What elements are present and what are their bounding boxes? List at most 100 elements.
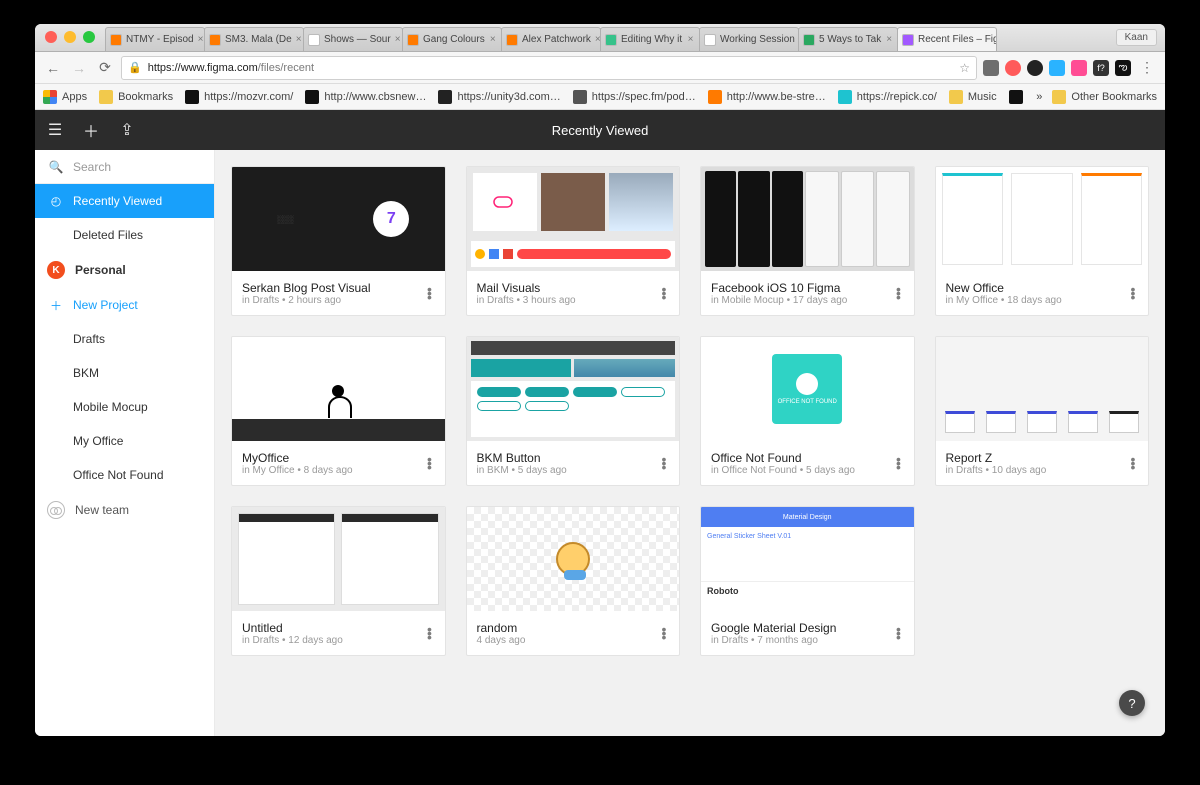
file-more-button[interactable]: ••• [655, 457, 673, 469]
lock-icon: 🔒 [128, 61, 142, 74]
search-row[interactable]: 🔍 Search [35, 150, 214, 184]
browser-tab[interactable]: Gang Colours × [402, 27, 502, 51]
apps-shortcut[interactable]: Apps [43, 90, 87, 104]
hamburger-icon[interactable]: ☰ [43, 118, 67, 142]
file-card[interactable]: BKM Button in BKM • 5 days ago ••• [466, 336, 681, 486]
file-card[interactable]: ░░░7 Serkan Blog Post Visual in Drafts •… [231, 166, 446, 316]
back-button[interactable]: ← [43, 58, 63, 78]
sidebar-item-deleted[interactable]: Deleted Files [35, 218, 214, 252]
new-project-button[interactable]: ＋ New Project [35, 288, 214, 322]
project-label: My Office [73, 434, 123, 448]
sidebar-item-recent[interactable]: ◴ Recently Viewed [35, 184, 214, 218]
file-thumbnail [467, 337, 680, 441]
sidebar-project-item[interactable]: Mobile Mocup [35, 390, 214, 424]
plus-icon: ＋ [49, 298, 63, 312]
close-tab-icon[interactable]: × [686, 34, 695, 45]
bookmark-item[interactable]: https://spec.fm/pod… [573, 90, 696, 104]
extension-icon[interactable]: ఌ [1115, 60, 1131, 76]
file-more-button[interactable]: ••• [1124, 287, 1142, 299]
figma-app: ☰ ＋ ⇪ Recently Viewed 🔍 Search ◴ Recentl… [35, 110, 1165, 736]
file-card[interactable]: Mail Visuals in Drafts • 3 hours ago ••• [466, 166, 681, 316]
import-icon[interactable]: ⇪ [115, 118, 139, 142]
bookmark-star-icon[interactable]: ☆ [959, 61, 970, 75]
new-file-icon[interactable]: ＋ [79, 118, 103, 142]
favicon-icon [605, 34, 617, 46]
bookmark-favicon-icon [708, 90, 722, 104]
close-tab-icon[interactable]: × [395, 34, 401, 45]
file-more-button[interactable]: ••• [655, 627, 673, 639]
file-thumbnail [232, 507, 445, 611]
close-window-button[interactable] [45, 31, 57, 43]
bookmark-item[interactable]: https://unity3d.com… [438, 90, 560, 104]
sidebar-project-item[interactable]: Office Not Found [35, 458, 214, 492]
browser-tab[interactable]: NTMY - Episod × [105, 27, 205, 51]
browser-tab[interactable]: Alex Patchwork × [501, 27, 601, 51]
browser-tab[interactable]: Working Session × [699, 27, 799, 51]
favicon-icon [308, 34, 320, 46]
close-tab-icon[interactable]: × [198, 34, 204, 45]
profile-chip[interactable]: Kaan [1116, 29, 1157, 46]
file-card[interactable]: Facebook iOS 10 Figma in Mobile Mocup • … [700, 166, 915, 316]
file-more-button[interactable]: ••• [890, 457, 908, 469]
close-tab-icon[interactable]: × [489, 34, 497, 45]
browser-tab[interactable]: SM3. Mala (De × [204, 27, 304, 51]
file-card[interactable]: Material DesignGeneral Sticker Sheet V.0… [700, 506, 915, 656]
sidebar-section-personal[interactable]: K Personal [35, 252, 214, 288]
sidebar-project-item[interactable]: Drafts [35, 322, 214, 356]
project-label: Drafts [73, 332, 105, 346]
bookmark-item[interactable]: https://mozvr.com/ [185, 90, 293, 104]
bookmark-item[interactable]: https://crew.co/fou… [1009, 90, 1025, 104]
file-more-button[interactable]: ••• [421, 457, 439, 469]
file-card[interactable]: MyOffice in My Office • 8 days ago ••• [231, 336, 446, 486]
extension-icon[interactable]: f? [1093, 60, 1109, 76]
favicon-icon [704, 34, 716, 46]
close-tab-icon[interactable]: × [296, 34, 302, 45]
file-more-button[interactable]: ••• [421, 287, 439, 299]
file-card[interactable]: Report Z in Drafts • 10 days ago ••• [935, 336, 1150, 486]
bookmarks-folder[interactable]: Bookmarks [99, 90, 173, 104]
reload-button[interactable]: ⟳ [95, 58, 115, 78]
sidebar-project-item[interactable]: My Office [35, 424, 214, 458]
file-more-button[interactable]: ••• [421, 627, 439, 639]
bookmarks-overflow[interactable]: » [1036, 91, 1042, 103]
sidebar-project-item[interactable]: BKM [35, 356, 214, 390]
file-thumbnail: OFFICE NOT FOUND [701, 337, 914, 441]
other-bookmarks[interactable]: Other Bookmarks [1052, 90, 1157, 104]
file-more-button[interactable]: ••• [655, 287, 673, 299]
fullscreen-window-button[interactable] [83, 31, 95, 43]
file-title: New Office [946, 281, 1139, 295]
bookmark-item[interactable]: https://repick.co/ [838, 90, 937, 104]
browser-tab[interactable]: Editing Why it × [600, 27, 700, 51]
browser-tab[interactable]: 5 Ways to Tak × [798, 27, 898, 51]
bookmark-favicon-icon [573, 90, 587, 104]
extension-icon[interactable] [1049, 60, 1065, 76]
file-title: Mail Visuals [477, 281, 670, 295]
file-card[interactable]: New Office in My Office • 18 days ago ••… [935, 166, 1150, 316]
bookmark-item[interactable]: http://www.cbsnew… [305, 90, 426, 104]
file-more-button[interactable]: ••• [1124, 457, 1142, 469]
file-subtitle: in Drafts • 3 hours ago [477, 295, 670, 306]
extension-icon[interactable] [1071, 60, 1087, 76]
extension-icon[interactable] [1027, 60, 1043, 76]
close-tab-icon[interactable]: × [885, 34, 893, 45]
forward-button[interactable]: → [69, 58, 89, 78]
project-label: BKM [73, 366, 99, 380]
file-more-button[interactable]: ••• [890, 627, 908, 639]
avatar: K [47, 261, 65, 279]
minimize-window-button[interactable] [64, 31, 76, 43]
extension-icon[interactable] [1005, 60, 1021, 76]
extension-icon[interactable] [983, 60, 999, 76]
new-team-button[interactable]: New team [35, 492, 214, 528]
help-button[interactable]: ? [1119, 690, 1145, 716]
file-card[interactable]: Untitled in Drafts • 12 days ago ••• [231, 506, 446, 656]
bookmark-item[interactable]: Music [949, 90, 997, 104]
browser-tab[interactable]: Recent Files – Fig × [897, 27, 997, 51]
address-bar[interactable]: 🔒 https://www.figma.com/files/recent ☆ [121, 56, 977, 80]
file-card[interactable]: OFFICE NOT FOUND Office Not Found in Off… [700, 336, 915, 486]
favicon-icon [902, 34, 914, 46]
bookmark-item[interactable]: http://www.be-stre… [708, 90, 826, 104]
chrome-menu-button[interactable]: ⋮ [1137, 58, 1157, 78]
file-card[interactable]: random 4 days ago ••• [466, 506, 681, 656]
file-more-button[interactable]: ••• [890, 287, 908, 299]
browser-tab[interactable]: Shows — Sour × [303, 27, 403, 51]
